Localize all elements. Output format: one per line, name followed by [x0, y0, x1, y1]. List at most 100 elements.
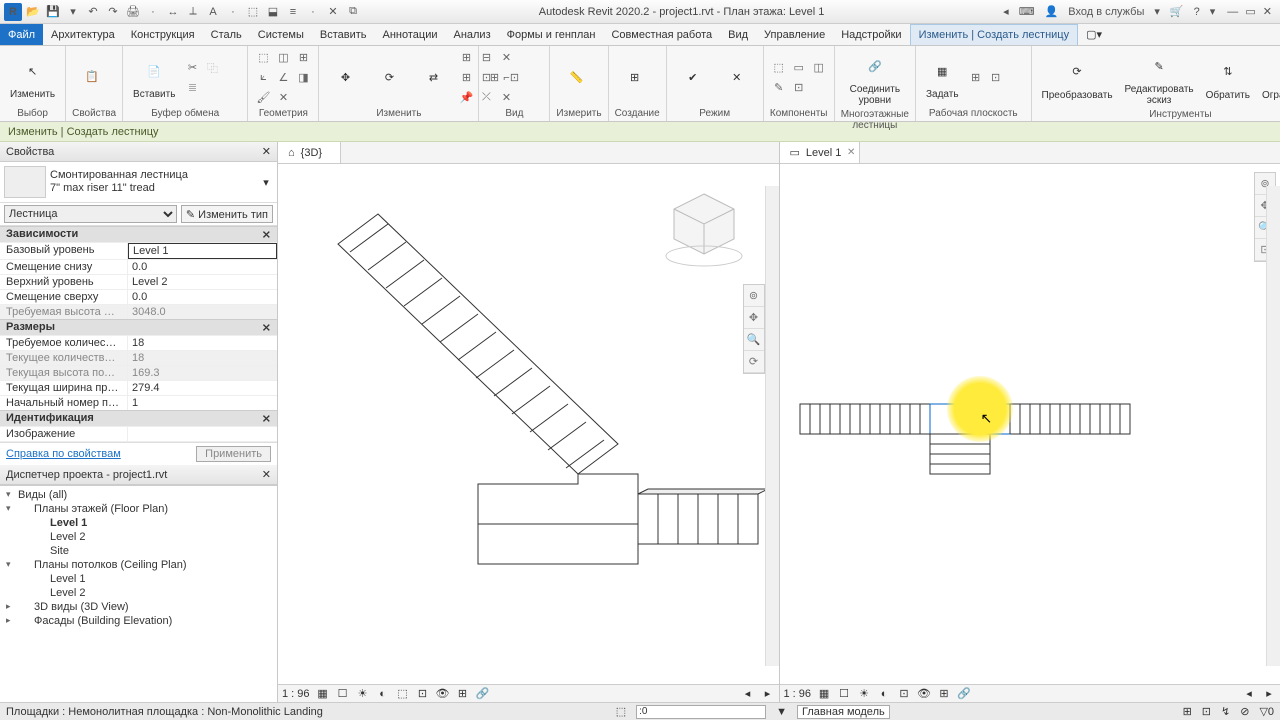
tab-close-icon[interactable]: ✕: [847, 147, 855, 158]
support-icon[interactable]: ◫: [810, 59, 828, 77]
prop-value[interactable]: Level 1: [128, 243, 277, 259]
shadow-icon[interactable]: ◐: [376, 688, 390, 700]
qat-undo-icon[interactable]: ↶: [84, 3, 102, 21]
status-icon[interactable]: ⊘: [1240, 705, 1249, 718]
beam-join-icon[interactable]: ∠: [274, 69, 292, 87]
status-icon[interactable]: ↯: [1221, 705, 1230, 718]
sun-icon[interactable]: ☀: [857, 687, 871, 700]
qat-redo-icon[interactable]: ↷: [104, 3, 122, 21]
view-tab-level1[interactable]: ▭ Level 1 ✕: [780, 142, 861, 163]
status-icon[interactable]: ⊞: [1183, 705, 1192, 718]
constraints-icon[interactable]: 🔗: [957, 687, 971, 700]
tree-node[interactable]: Level 1: [4, 572, 273, 586]
tree-node[interactable]: Level 2: [4, 586, 273, 600]
detail-icon[interactable]: ▦: [316, 687, 330, 700]
tree-node[interactable]: Планы этажей (Floor Plan): [4, 502, 273, 516]
prop-row[interactable]: Смещение сверху0.0: [0, 289, 277, 304]
category-select[interactable]: Лестница: [4, 205, 177, 223]
split-face-icon[interactable]: ◨: [294, 69, 312, 87]
type-selector[interactable]: Смонтированная лестница 7" max riser 11"…: [0, 162, 277, 203]
qat-switch-icon[interactable]: ⧉: [344, 3, 362, 21]
help-icon[interactable]: ?: [1192, 6, 1202, 18]
plan-canvas[interactable]: ↖ ⊚ ✥ 🔍 ⊡: [780, 164, 1280, 684]
align-icon[interactable]: ⊞: [457, 49, 475, 67]
signin-dropdown[interactable]: ▾: [1152, 5, 1162, 18]
prop-value[interactable]: Level 2: [128, 275, 277, 289]
signin-link[interactable]: Вход в службы: [1066, 6, 1146, 18]
main-model-dropdown[interactable]: Главная модель: [797, 705, 890, 719]
qat-close-icon[interactable]: ✕: [324, 3, 342, 21]
sun-icon[interactable]: ☀: [356, 687, 370, 700]
prop-value[interactable]: 169.3: [128, 366, 277, 380]
nav-pan-icon[interactable]: ✥: [744, 307, 764, 329]
close-button[interactable]: ✕: [1261, 6, 1274, 18]
flip-button[interactable]: ⇅Обратить: [1202, 54, 1254, 103]
qat-save-icon[interactable]: 💾: [44, 3, 62, 21]
create-button[interactable]: ⊞: [615, 60, 655, 96]
cut-icon[interactable]: ✂: [183, 59, 201, 77]
scroll-right-icon[interactable]: ▸: [761, 687, 775, 700]
tab-системы[interactable]: Системы: [250, 24, 312, 45]
qat-3d-icon[interactable]: ⬚: [244, 3, 262, 21]
tree-node[interactable]: Фасады (Building Elevation): [4, 614, 273, 628]
modify-button[interactable]: ↖Изменить: [6, 53, 59, 102]
navigation-bar[interactable]: ⊚ ✥ 🔍 ⟳: [743, 284, 765, 374]
finish-button[interactable]: ✔: [673, 60, 713, 96]
prop-value[interactable]: 0.0: [128, 260, 277, 274]
prop-row[interactable]: Требуемое количество п...18: [0, 335, 277, 350]
prop-value[interactable]: 3048.0: [128, 305, 277, 319]
user-icon[interactable]: 👤: [1043, 5, 1061, 18]
status-icon[interactable]: ⊡: [1202, 705, 1211, 718]
nav-orbit-icon[interactable]: ⟳: [744, 351, 764, 373]
type-dropdown-icon[interactable]: ▾: [259, 176, 273, 189]
join-icon[interactable]: ⊞: [294, 49, 312, 67]
connect-levels-button[interactable]: 🔗Соединить уровни: [841, 48, 909, 108]
tab-extra[interactable]: ▢▾: [1078, 24, 1110, 45]
prop-value[interactable]: [128, 427, 277, 441]
constraints-icon[interactable]: 🔗: [476, 687, 490, 700]
match-icon[interactable]: ≣: [183, 79, 201, 97]
edit-type-button[interactable]: ✎ Изменить тип: [181, 205, 273, 223]
prop-group-head[interactable]: Идентификация⨯: [0, 410, 277, 426]
scrollbar-v[interactable]: [1266, 186, 1280, 666]
set-plane-button[interactable]: ▦Задать: [922, 53, 963, 102]
project-browser[interactable]: Виды (all)Планы этажей (Floor Plan)Level…: [0, 485, 277, 702]
tab-архитектура[interactable]: Архитектура: [43, 24, 123, 45]
view-icon[interactable]: ⊞: [485, 69, 503, 87]
crop-icon[interactable]: ⊡: [416, 687, 430, 700]
style-icon[interactable]: ☐: [837, 687, 851, 700]
paste-button[interactable]: 📄Вставить: [129, 53, 179, 102]
tree-node[interactable]: Site: [4, 544, 273, 558]
properties-close-icon[interactable]: ✕: [262, 145, 271, 158]
qat-print-icon[interactable]: 🖨: [124, 3, 142, 21]
properties-button[interactable]: 📋: [72, 59, 112, 97]
prop-value[interactable]: 279.4: [128, 381, 277, 395]
3d-canvas[interactable]: ⊚ ✥ 🔍 ⟳: [278, 164, 779, 684]
tab-конструкция[interactable]: Конструкция: [123, 24, 203, 45]
tab-вид[interactable]: Вид: [720, 24, 756, 45]
tab-изменить-создать-лестницу[interactable]: Изменить | Создать лестницу: [910, 24, 1079, 45]
tab-совместная-работа[interactable]: Совместная работа: [603, 24, 720, 45]
view-tab-3d[interactable]: ⌂ {3D}: [278, 142, 341, 163]
pin-icon[interactable]: 📌: [457, 89, 475, 107]
qat-thin-icon[interactable]: ≡: [284, 3, 302, 21]
nav-wheel-icon[interactable]: ⊚: [744, 285, 764, 307]
prop-row[interactable]: Требуемая высота лестн...3048.0: [0, 304, 277, 319]
apply-button[interactable]: Применить: [196, 446, 271, 462]
cut-geom-icon[interactable]: ◫: [274, 49, 292, 67]
tab-аннотации[interactable]: Аннотации: [375, 24, 446, 45]
nav-zoom-icon[interactable]: 🔍: [744, 329, 764, 351]
select-count-input[interactable]: [636, 705, 766, 719]
tab-надстройки[interactable]: Надстройки: [833, 24, 909, 45]
crop-icon[interactable]: ⊡: [897, 687, 911, 700]
measure-button[interactable]: 📏: [556, 60, 596, 96]
reveal-icon[interactable]: ⊞: [456, 687, 470, 700]
prop-value[interactable]: 1: [128, 396, 277, 410]
cancel-button[interactable]: ✕: [717, 60, 757, 96]
tree-node[interactable]: 3D виды (3D View): [4, 600, 273, 614]
copy-icon[interactable]: ⿻: [203, 59, 221, 77]
filter-icon[interactable]: ▼: [776, 706, 787, 718]
qat-open-icon[interactable]: 📂: [24, 3, 42, 21]
qat-section-icon[interactable]: ⬓: [264, 3, 282, 21]
app-icon[interactable]: R: [4, 3, 22, 21]
